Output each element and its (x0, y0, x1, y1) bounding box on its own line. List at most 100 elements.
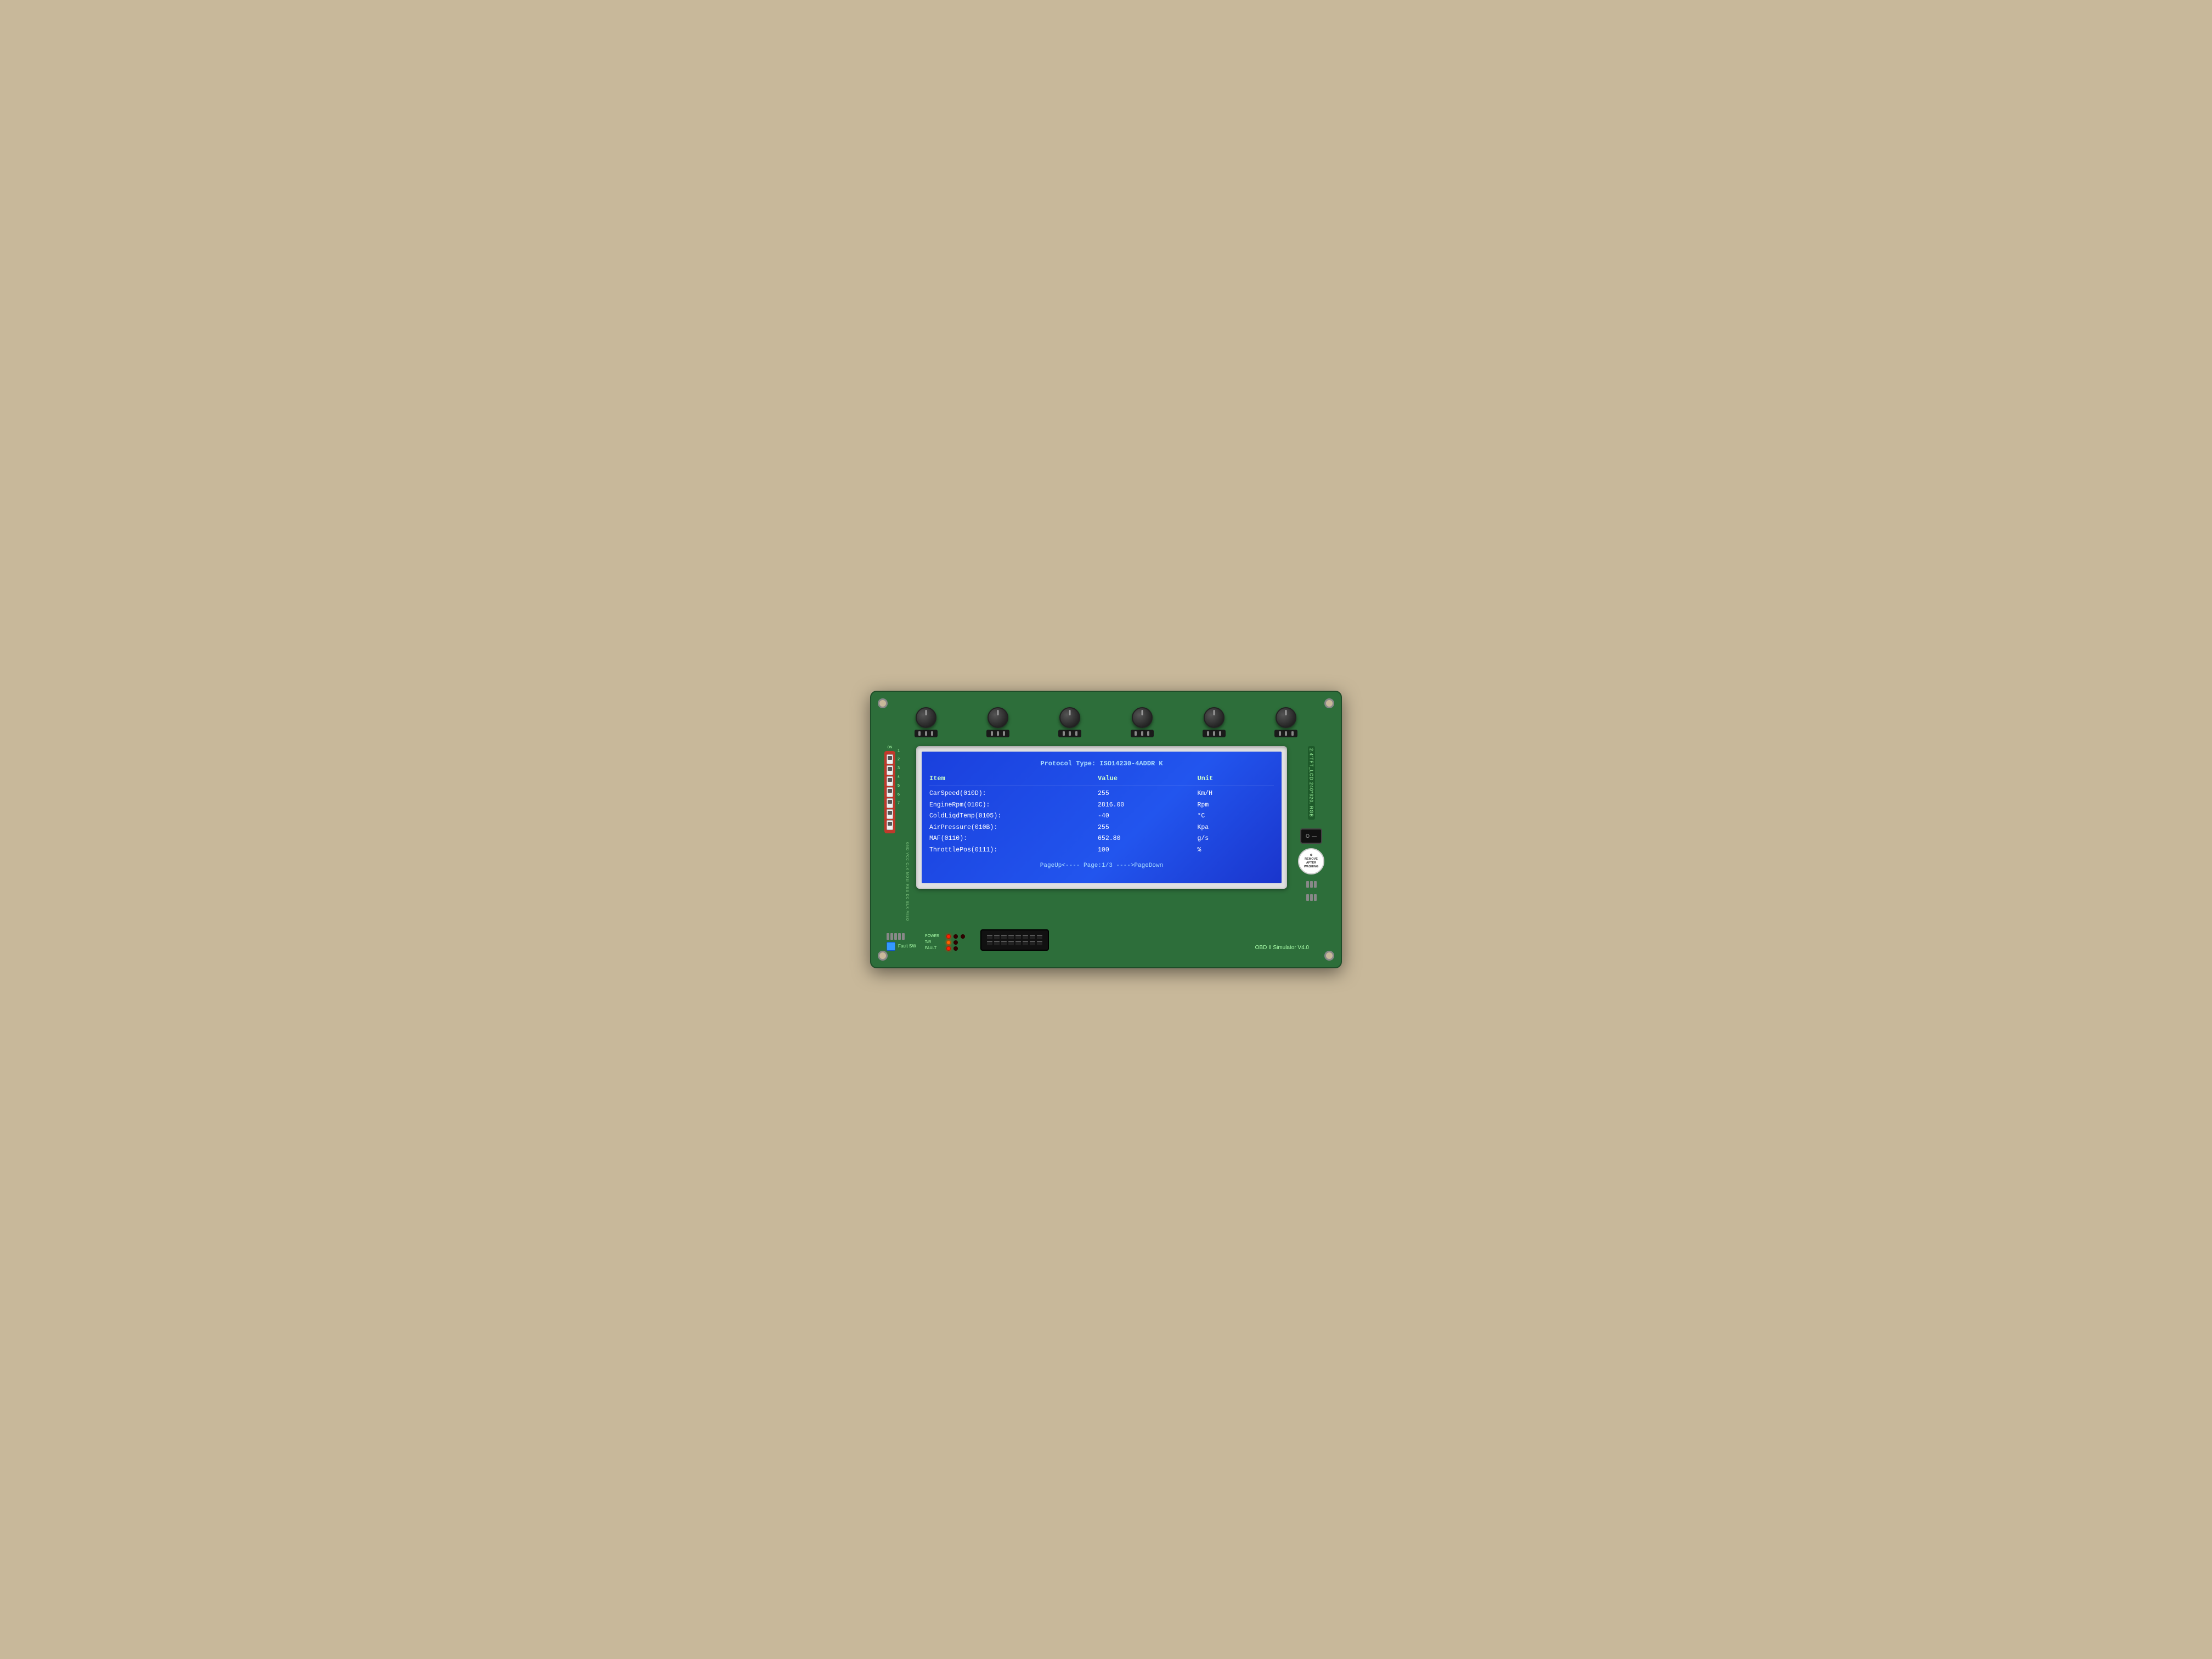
obd-pin (1030, 941, 1035, 945)
lcd-unit-0: Km/H (1197, 788, 1274, 799)
header-pin (902, 933, 905, 940)
header-pins-left-bottom (887, 933, 905, 940)
left-section: ON (884, 746, 909, 921)
header-pin (1306, 881, 1309, 888)
pot-pin (1285, 731, 1287, 736)
obd-pin (1023, 935, 1028, 939)
pin-labels-vertical: GND VCC CLK MOSI RES DC BLK MISO (884, 842, 909, 921)
lcd-value-0: 255 (1098, 788, 1197, 799)
header-pin (1314, 881, 1317, 888)
lcd-data-row-5: ThrottlePos(0111): 100 % (929, 845, 1274, 856)
lcd-data-row-2: ColdLiqdTemp(0105): -40 °C (929, 811, 1274, 822)
pot-pin (997, 731, 999, 736)
lcd-data-rows: CarSpeed(010D): 255 Km/H EngineRpm(010C)… (929, 788, 1274, 855)
obd-pin (1030, 935, 1035, 939)
blue-button[interactable] (887, 942, 895, 951)
dip-2[interactable] (887, 765, 893, 775)
main-content-area: ON (884, 746, 1328, 921)
pot-pin (1147, 731, 1149, 736)
header-pins-right (1306, 881, 1317, 888)
dip-6[interactable] (887, 809, 893, 819)
dip-5[interactable] (887, 798, 893, 808)
pot-knob-3[interactable] (1059, 707, 1080, 728)
lcd-data-row-4: MAF(0110): 652.80 g/s (929, 833, 1274, 844)
pot-pin (1279, 731, 1281, 736)
obd-connector-area (980, 929, 1049, 951)
led-panel: POWER T/R FAULT (925, 934, 965, 951)
obd-pin (1015, 941, 1021, 945)
obd-pin (1015, 935, 1021, 939)
header-pin (894, 933, 897, 940)
fault-sw-area: Fault SW (887, 931, 916, 951)
pot-3[interactable] (1058, 707, 1081, 737)
lcd-value-1: 2816.00 (1098, 800, 1197, 811)
dip-switch-block[interactable] (884, 751, 895, 833)
pot-pin (931, 731, 933, 736)
lcd-value-4: 652.80 (1098, 833, 1197, 844)
pot-pin (918, 731, 921, 736)
lcd-item-2: ColdLiqdTemp(0105): (929, 811, 1098, 822)
pot-knob-2[interactable] (988, 707, 1008, 728)
pot-knob-4[interactable] (1132, 707, 1153, 728)
lcd-value-3: 255 (1098, 822, 1197, 833)
led-tr-1 (946, 940, 951, 945)
led-power-1 (946, 934, 951, 939)
col-header-unit: Unit (1197, 773, 1274, 784)
pot-pin (991, 731, 993, 736)
header-pin (1310, 881, 1313, 888)
lcd-data-row-3: AirPressure(010B): 255 Kpa (929, 822, 1274, 833)
header-pin (898, 933, 901, 940)
dip-7[interactable] (887, 820, 893, 830)
mount-hole-tr (1324, 698, 1334, 708)
obd-pin (1037, 935, 1042, 939)
pot-pin (1219, 731, 1221, 736)
pot-1[interactable] (915, 707, 938, 737)
led-fault-1 (946, 946, 951, 951)
dip-1[interactable] (887, 754, 893, 764)
lcd-value-5: 100 (1098, 845, 1197, 856)
col-header-value: Value (1098, 773, 1197, 784)
lcd-data-table: Item Value Unit CarSpeed(010D): 255 Km/H… (929, 773, 1274, 856)
lcd-item-1: EngineRpm(010C): (929, 800, 1098, 811)
col-header-item: Item (929, 773, 1098, 784)
dip-3[interactable] (887, 776, 893, 786)
lcd-item-4: MAF(0110): (929, 833, 1098, 844)
obd-pin (1008, 935, 1014, 939)
potentiometer-row (884, 707, 1328, 737)
right-components: O — ⊕ REMOVE AFTER WASHING (1298, 828, 1324, 901)
pot-knob-5[interactable] (1204, 707, 1224, 728)
obd-connector (980, 929, 1049, 951)
lcd-container: Protocol Type: ISO14230-4ADDR K Item Val… (916, 746, 1287, 889)
header-pin (890, 933, 893, 940)
obd-pin (1008, 941, 1014, 945)
lcd-unit-1: Rpm (1197, 800, 1274, 811)
dip-4[interactable] (887, 787, 893, 797)
pot-base-4 (1131, 730, 1154, 737)
pot-knob-6[interactable] (1276, 707, 1296, 728)
protocol-line: Protocol Type: ISO14230-4ADDR K (929, 758, 1274, 769)
lcd-item-3: AirPressure(010B): (929, 822, 1098, 833)
header-pin (887, 933, 889, 940)
lcd-label-vertical: 2.4'TFT_LCD 240*320, RGB (1308, 746, 1315, 820)
right-section: 2.4'TFT_LCD 240*320, RGB O — ⊕ REMOVE AF… (1295, 746, 1328, 901)
led-fault-row: FAULT (925, 946, 965, 951)
header-pin (1314, 894, 1317, 901)
pot-pin (1291, 731, 1294, 736)
pot-6[interactable] (1274, 707, 1297, 737)
obd-pin (987, 941, 992, 945)
led-fault-2 (953, 946, 958, 951)
pot-2[interactable] (986, 707, 1009, 737)
lcd-unit-3: Kpa (1197, 822, 1274, 833)
header-pins-right2 (1306, 894, 1317, 901)
lcd-unit-5: % (1197, 845, 1274, 856)
pot-pin (1063, 731, 1065, 736)
pot-knob-1[interactable] (916, 707, 936, 728)
pot-4[interactable] (1131, 707, 1154, 737)
obd-pin (1023, 941, 1028, 945)
pot-5[interactable] (1203, 707, 1226, 737)
lcd-navigation: PageUp<---- Page:1/3 ---->PageDown (929, 861, 1274, 871)
fault-sw-label: Fault SW (898, 944, 916, 949)
power-switch[interactable]: O — (1300, 828, 1322, 844)
lcd-value-2: -40 (1098, 811, 1197, 822)
header-pin (1306, 894, 1309, 901)
